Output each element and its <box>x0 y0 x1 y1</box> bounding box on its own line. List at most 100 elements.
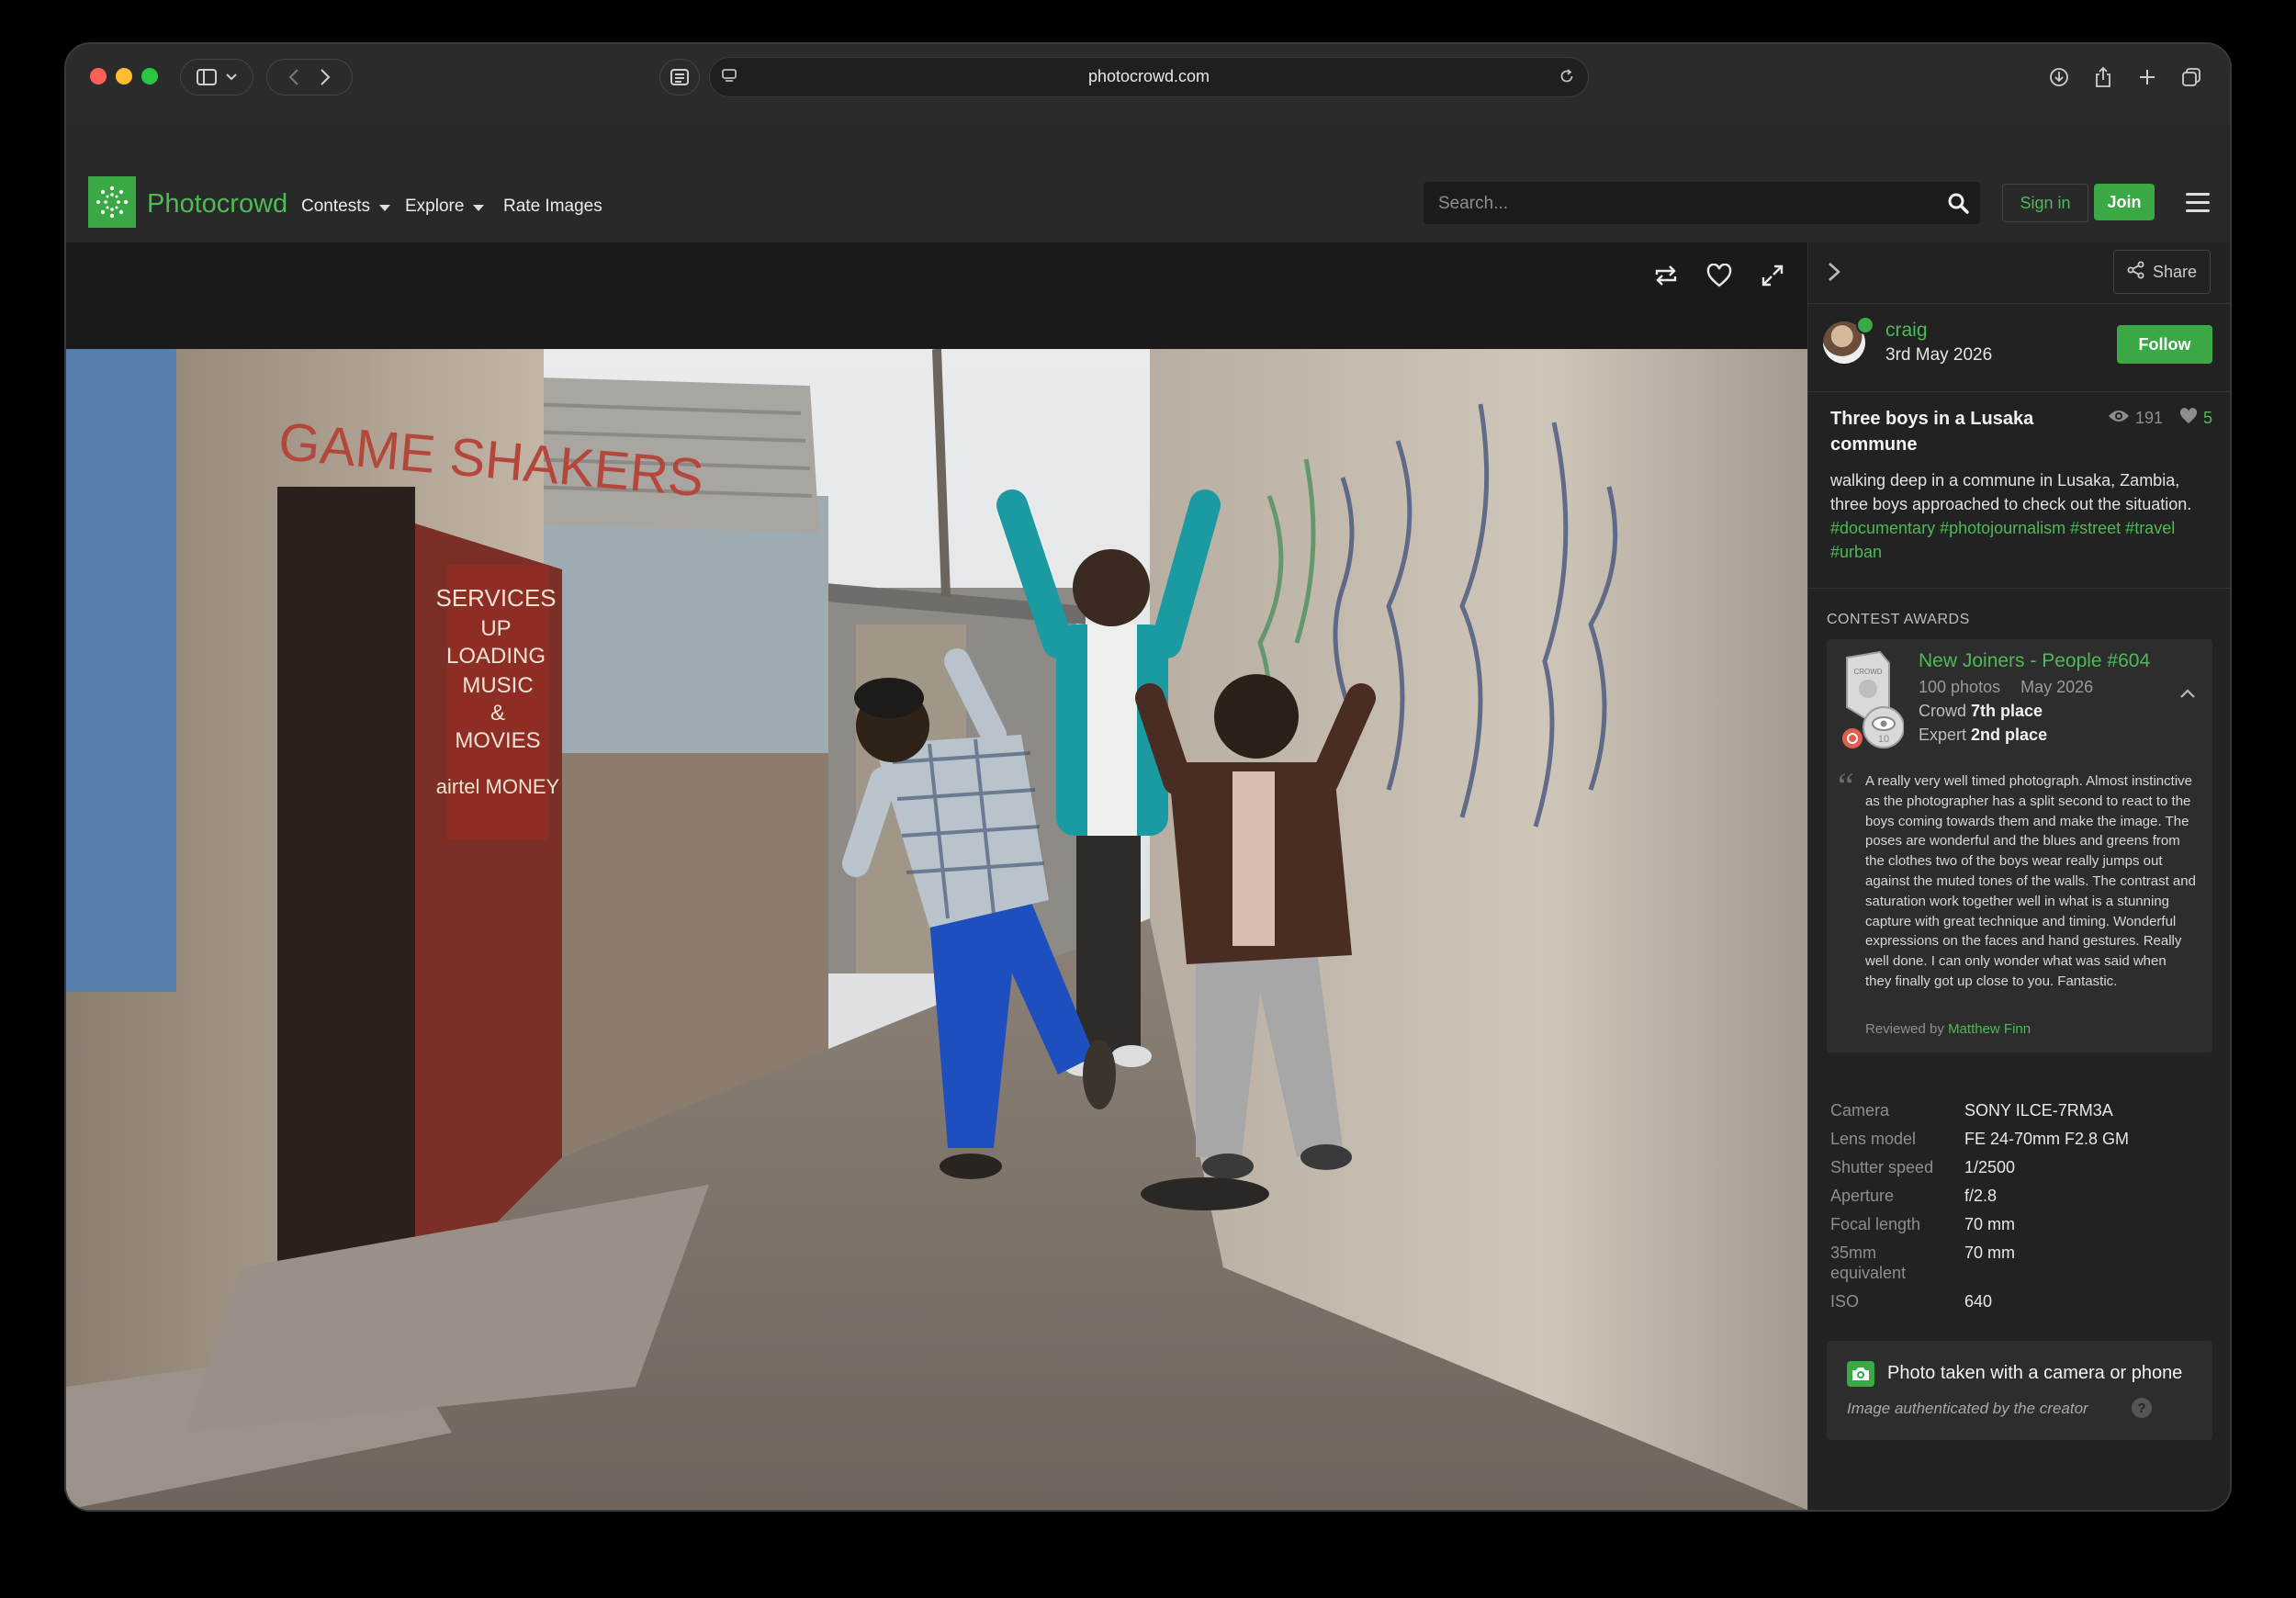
authenticity-card: Photo taken with a camera or phone Image… <box>1827 1341 2212 1440</box>
photo-viewer: SERVICES UP LOADING MUSIC & MOVIES airte… <box>66 242 1807 1510</box>
door-sign-line-3: LOADING <box>446 644 546 669</box>
chevron-down-icon <box>226 73 237 81</box>
exif-row: Shutter speed 1/2500 <box>1830 1157 2216 1177</box>
crowd-place: 7th place <box>1971 702 2043 720</box>
url-text: photocrowd.com <box>1087 67 1210 85</box>
expert-label: Expert <box>1919 726 1967 744</box>
exif-key: Aperture <box>1830 1187 1895 1205</box>
crowd-placement: Crowd 7th place <box>1919 702 2043 721</box>
reader-mode-button[interactable] <box>659 59 700 96</box>
back-icon[interactable] <box>288 69 299 85</box>
exif-key: Shutter speed <box>1830 1158 1934 1176</box>
browser-window: photocrowd.com ⠿ <box>66 44 2230 1510</box>
browser-actions <box>2043 61 2208 94</box>
authenticity-subtitle: Image authenticated by the creator <box>1847 1400 2088 1417</box>
exif-key: Focal length <box>1830 1215 1921 1233</box>
quote-icon: “ <box>1838 765 1854 806</box>
verified-badge-icon <box>1856 316 1874 334</box>
photo-title: Three boys in a Lusaka commune <box>1830 409 2034 455</box>
forward-icon[interactable] <box>320 69 331 85</box>
photo-tags[interactable]: #documentary #photojournalism #street #t… <box>1830 519 2175 561</box>
like-count[interactable]: 5 <box>2179 408 2212 429</box>
zoom-window-button[interactable] <box>141 68 158 84</box>
door-sign-line-7: airtel MONEY <box>436 775 560 798</box>
site-search <box>1424 182 1980 226</box>
reader-icon <box>670 69 689 85</box>
exif-row: Aperture f/2.8 <box>1830 1186 2216 1206</box>
photo-stats: 191 5 <box>2108 408 2212 429</box>
nav-contests[interactable]: Contests <box>301 197 390 217</box>
sign-in-button[interactable]: Sign in <box>2002 184 2088 222</box>
door-sign-line-6: MOVIES <box>455 728 540 753</box>
exif-value: FE 24-70mm F2.8 GM <box>1964 1130 2130 1148</box>
photo-description: walking deep in a commune in Lusaka, Zam… <box>1830 468 2212 564</box>
award-month: May 2026 <box>2020 678 2094 696</box>
award-badge-icon: CROWD 10 <box>1840 650 1905 751</box>
exif-value: f/2.8 <box>1964 1187 1998 1205</box>
new-tab-icon[interactable] <box>2131 61 2164 94</box>
door-sign-line-1: SERVICES <box>435 584 556 612</box>
chevron-up-icon[interactable] <box>2179 687 2196 703</box>
fullscreen-icon[interactable] <box>1758 261 1787 290</box>
viewer-toolbar <box>1651 261 1787 290</box>
nav-rate-images[interactable]: Rate Images <box>503 197 602 217</box>
main-photo[interactable]: SERVICES UP LOADING MUSIC & MOVIES airte… <box>66 349 1807 1510</box>
repost-icon[interactable] <box>1651 261 1681 290</box>
reviewed-by-label: Reviewed by <box>1865 1021 1944 1037</box>
award-contest-title[interactable]: New Joiners - People #604 <box>1919 650 2150 672</box>
reviewed-by: Reviewed by Matthew Finn <box>1865 1021 2031 1037</box>
collapse-sidebar-icon[interactable] <box>1827 261 1841 287</box>
caret-down-icon <box>473 205 485 211</box>
close-window-button[interactable] <box>90 68 107 84</box>
exif-key: Camera <box>1830 1101 1890 1120</box>
site-header: Photocrowd Contests Explore Rate Images … <box>66 125 2230 242</box>
exif-key: ISO <box>1830 1292 1860 1311</box>
share-label: Share <box>2152 262 2198 281</box>
follow-button[interactable]: Follow <box>2117 325 2212 364</box>
reload-icon[interactable] <box>1559 68 1575 89</box>
nav-explore[interactable]: Explore <box>405 197 485 217</box>
downloads-icon[interactable] <box>2043 61 2076 94</box>
heart-filled-icon <box>2179 408 2198 429</box>
sidebar-toggle-button[interactable] <box>180 59 253 96</box>
exif-key: 35mm equivalent <box>1830 1244 1907 1282</box>
exif-row: Focal length 70 mm <box>1830 1214 2216 1234</box>
browser-toolbar: photocrowd.com <box>66 44 2230 125</box>
exif-row: Lens model FE 24-70mm F2.8 GM <box>1830 1129 2216 1149</box>
view-count-value: 191 <box>2134 409 2163 427</box>
tab-overview-icon[interactable] <box>2175 61 2208 94</box>
share-button[interactable]: Share <box>2113 250 2211 294</box>
minimize-window-button[interactable] <box>116 68 132 84</box>
nav-rate-images-label: Rate Images <box>503 197 602 216</box>
share-browser-icon[interactable] <box>2087 61 2120 94</box>
exif-table: Camera SONY ILCE-7RM3A Lens model FE 24-… <box>1830 1100 2216 1320</box>
menu-icon[interactable] <box>2186 193 2210 218</box>
author-block: craig 3rd May 2026 Follow <box>1808 303 2230 392</box>
exif-row: 35mm equivalent 70 mm <box>1830 1243 2216 1283</box>
exif-row: ISO 640 <box>1830 1291 2216 1311</box>
reviewer-link[interactable]: Matthew Finn <box>1948 1021 2031 1037</box>
door-sign-line-4: MUSIC <box>462 673 533 698</box>
join-button[interactable]: Join <box>2094 184 2155 220</box>
photocrowd-logo-icon[interactable] <box>88 176 136 228</box>
description-text: walking deep in a commune in Lusaka, Zam… <box>1830 471 2192 513</box>
expert-review: A really very well timed photograph. Alm… <box>1865 773 2196 989</box>
brand-name[interactable]: Photocrowd <box>147 189 287 219</box>
crowd-label: Crowd <box>1919 702 1967 720</box>
sidebar-icon <box>197 69 217 85</box>
contest-awards-heading: CONTEST AWARDS <box>1827 612 1970 627</box>
exif-value: 640 <box>1964 1292 1993 1311</box>
heart-icon[interactable] <box>1705 261 1734 290</box>
help-icon[interactable]: ? <box>2132 1398 2152 1418</box>
exif-value: SONY ILCE-7RM3A <box>1964 1101 2113 1120</box>
search-icon[interactable] <box>1947 192 1969 219</box>
author-name[interactable]: craig <box>1885 320 1928 342</box>
eye-icon <box>2108 409 2130 428</box>
address-bar[interactable]: photocrowd.com <box>709 57 1589 97</box>
exif-value: 1/2500 <box>1964 1158 2016 1176</box>
nav-contests-label: Contests <box>301 197 370 216</box>
award-badge-number: 10 <box>1878 734 1889 745</box>
like-count-value: 5 <box>2202 409 2212 427</box>
authenticity-title: Photo taken with a camera or phone <box>1887 1363 2183 1383</box>
search-input[interactable] <box>1436 182 1936 226</box>
